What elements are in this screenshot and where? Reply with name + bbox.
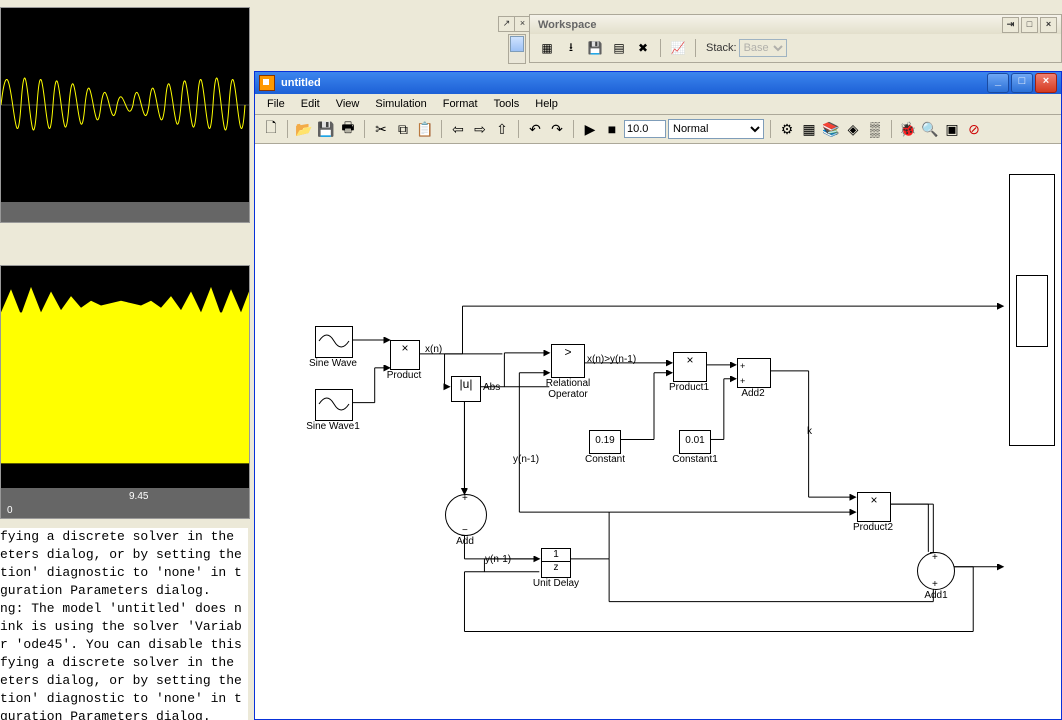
scope-block[interactable] — [1009, 174, 1055, 446]
menu-help[interactable]: Help — [527, 96, 566, 112]
menu-format[interactable]: Format — [435, 96, 486, 112]
copy-icon[interactable]: ⧉ — [393, 119, 413, 139]
scope-plot-2 — [1, 266, 249, 498]
tool4-icon[interactable]: ⊘ — [964, 119, 984, 139]
workspace-close-button[interactable]: × — [1040, 17, 1057, 33]
sine-wave1-block[interactable] — [315, 389, 353, 421]
minimize-button[interactable]: _ — [987, 73, 1009, 93]
product-block[interactable]: × — [390, 340, 420, 370]
plot-icon[interactable]: 📈 — [667, 37, 689, 59]
sine-wave-label: Sine Wave — [303, 358, 363, 369]
cut-icon[interactable]: ✂ — [371, 119, 391, 139]
sine-wave1-label: Sine Wave1 — [299, 421, 367, 432]
import-icon[interactable]: ⭳ — [560, 37, 582, 59]
add2-block[interactable]: + + — [737, 358, 771, 388]
signal-k: k — [807, 426, 812, 437]
target-icon[interactable]: ▦ — [799, 119, 819, 139]
abs-block[interactable]: |u| — [451, 376, 481, 402]
debug-icon[interactable]: 🐞 — [898, 119, 918, 139]
close-button[interactable]: × — [1035, 73, 1057, 93]
vertical-scrollbar[interactable] — [508, 34, 526, 64]
unit-delay-label: Unit Delay — [527, 578, 585, 589]
model-canvas[interactable]: Sine Wave Sine Wave1 × Product x(n) |u| … — [255, 144, 1061, 719]
signal-xn: x(n) — [425, 344, 442, 355]
save-ws-icon[interactable]: 💾 — [584, 37, 606, 59]
menu-simulation[interactable]: Simulation — [367, 96, 434, 112]
toolbar: 🗋 📂 💾 🖶 ✂ ⧉ 📋 ⇦ ⇨ ⇧ ↶ ↷ ▶ ■ Normal ⚙ ▦ 📚… — [255, 115, 1061, 144]
relop-block[interactable]: > — [551, 344, 585, 378]
workspace-header: Workspace ⇥ □ × — [529, 14, 1062, 36]
run-icon[interactable]: ▶ — [580, 119, 600, 139]
save-icon[interactable]: 💾 — [316, 119, 336, 139]
product1-label: Product1 — [665, 382, 713, 393]
unit-delay-block[interactable]: 1 z — [541, 548, 571, 578]
workspace-dock-button[interactable]: ⇥ — [1002, 17, 1019, 33]
scope-panel-2: 9.45 0 — [0, 265, 250, 519]
print-ws-icon[interactable]: ▤ — [608, 37, 630, 59]
constant-block[interactable]: 0.19 — [589, 430, 621, 454]
up-icon[interactable]: ⇧ — [492, 119, 512, 139]
signal-y2: y(n-1) — [485, 554, 511, 565]
maximize-button[interactable]: □ — [1011, 73, 1033, 93]
command-window-text: fying a discrete solver in the eters dia… — [0, 528, 248, 720]
workspace-title: Workspace — [538, 19, 597, 31]
menu-tools[interactable]: Tools — [486, 96, 528, 112]
undo-icon[interactable]: ↶ — [525, 119, 545, 139]
simulink-icon — [259, 75, 275, 91]
library-icon[interactable]: 📚 — [821, 119, 841, 139]
constant1-block[interactable]: 0.01 — [679, 430, 711, 454]
paste-icon[interactable]: 📋 — [415, 119, 435, 139]
relop-label: Relational Operator — [535, 378, 601, 400]
menu-edit[interactable]: Edit — [293, 96, 328, 112]
print-icon[interactable]: 🖶 — [338, 119, 358, 139]
add-block[interactable]: + − — [445, 494, 487, 536]
menu-file[interactable]: File — [259, 96, 293, 112]
model-explorer-icon[interactable]: ◈ — [843, 119, 863, 139]
product1-block[interactable]: × — [673, 352, 707, 382]
scope-tick-zero: 0 — [7, 505, 13, 516]
sine-wave-block[interactable] — [315, 326, 353, 358]
add1-label: Add1 — [919, 590, 953, 601]
workspace-maximize-button[interactable]: □ — [1021, 17, 1038, 33]
product2-block[interactable]: × — [857, 492, 891, 522]
delete-var-icon[interactable]: ✖ — [632, 37, 654, 59]
stop-icon[interactable]: ■ — [602, 119, 622, 139]
menubar: File Edit View Simulation Format Tools H… — [255, 94, 1061, 115]
scope-tick-x: 9.45 — [129, 491, 148, 502]
tool3-icon[interactable]: ▣ — [942, 119, 962, 139]
stack-label: Stack: — [706, 42, 737, 54]
titlebar[interactable]: untitled _ □ × — [255, 72, 1061, 94]
constant-label: Constant — [579, 454, 631, 465]
new-model-icon[interactable]: 🗋 — [261, 119, 281, 139]
build-icon[interactable]: ⚙ — [777, 119, 797, 139]
back-icon[interactable]: ⇦ — [448, 119, 468, 139]
add-label: Add — [453, 536, 477, 547]
signal-xy: x(n)>y(n-1) — [587, 354, 636, 365]
product2-label: Product2 — [849, 522, 897, 533]
menu-view[interactable]: View — [328, 96, 368, 112]
simulink-window: untitled _ □ × File Edit View Simulation… — [254, 71, 1062, 720]
add2-label: Add2 — [735, 388, 771, 399]
tool2-icon[interactable]: 🔍 — [920, 119, 940, 139]
stack-select[interactable]: Base — [739, 39, 787, 57]
refresh-icon[interactable]: ▒ — [865, 119, 885, 139]
abs-label: Abs — [483, 382, 500, 393]
undock-button[interactable]: ↗ — [498, 16, 515, 32]
window-title: untitled — [281, 77, 321, 89]
mode-select[interactable]: Normal — [668, 119, 764, 139]
redo-icon[interactable]: ↷ — [547, 119, 567, 139]
workspace-toolbar: ▦ ⭳ 💾 ▤ ✖ 📈 Stack: Base — [529, 34, 1062, 63]
stop-time-input[interactable] — [624, 120, 666, 138]
new-var-icon[interactable]: ▦ — [536, 37, 558, 59]
signal-y1: y(n-1) — [513, 454, 539, 465]
add1-block[interactable]: + + — [917, 552, 955, 590]
scope-plot-1 — [1, 8, 249, 202]
open-icon[interactable]: 📂 — [294, 119, 314, 139]
forward-icon[interactable]: ⇨ — [470, 119, 490, 139]
product-label: Product — [381, 370, 427, 381]
scope-panel-1 — [0, 7, 250, 223]
constant1-label: Constant1 — [667, 454, 723, 465]
